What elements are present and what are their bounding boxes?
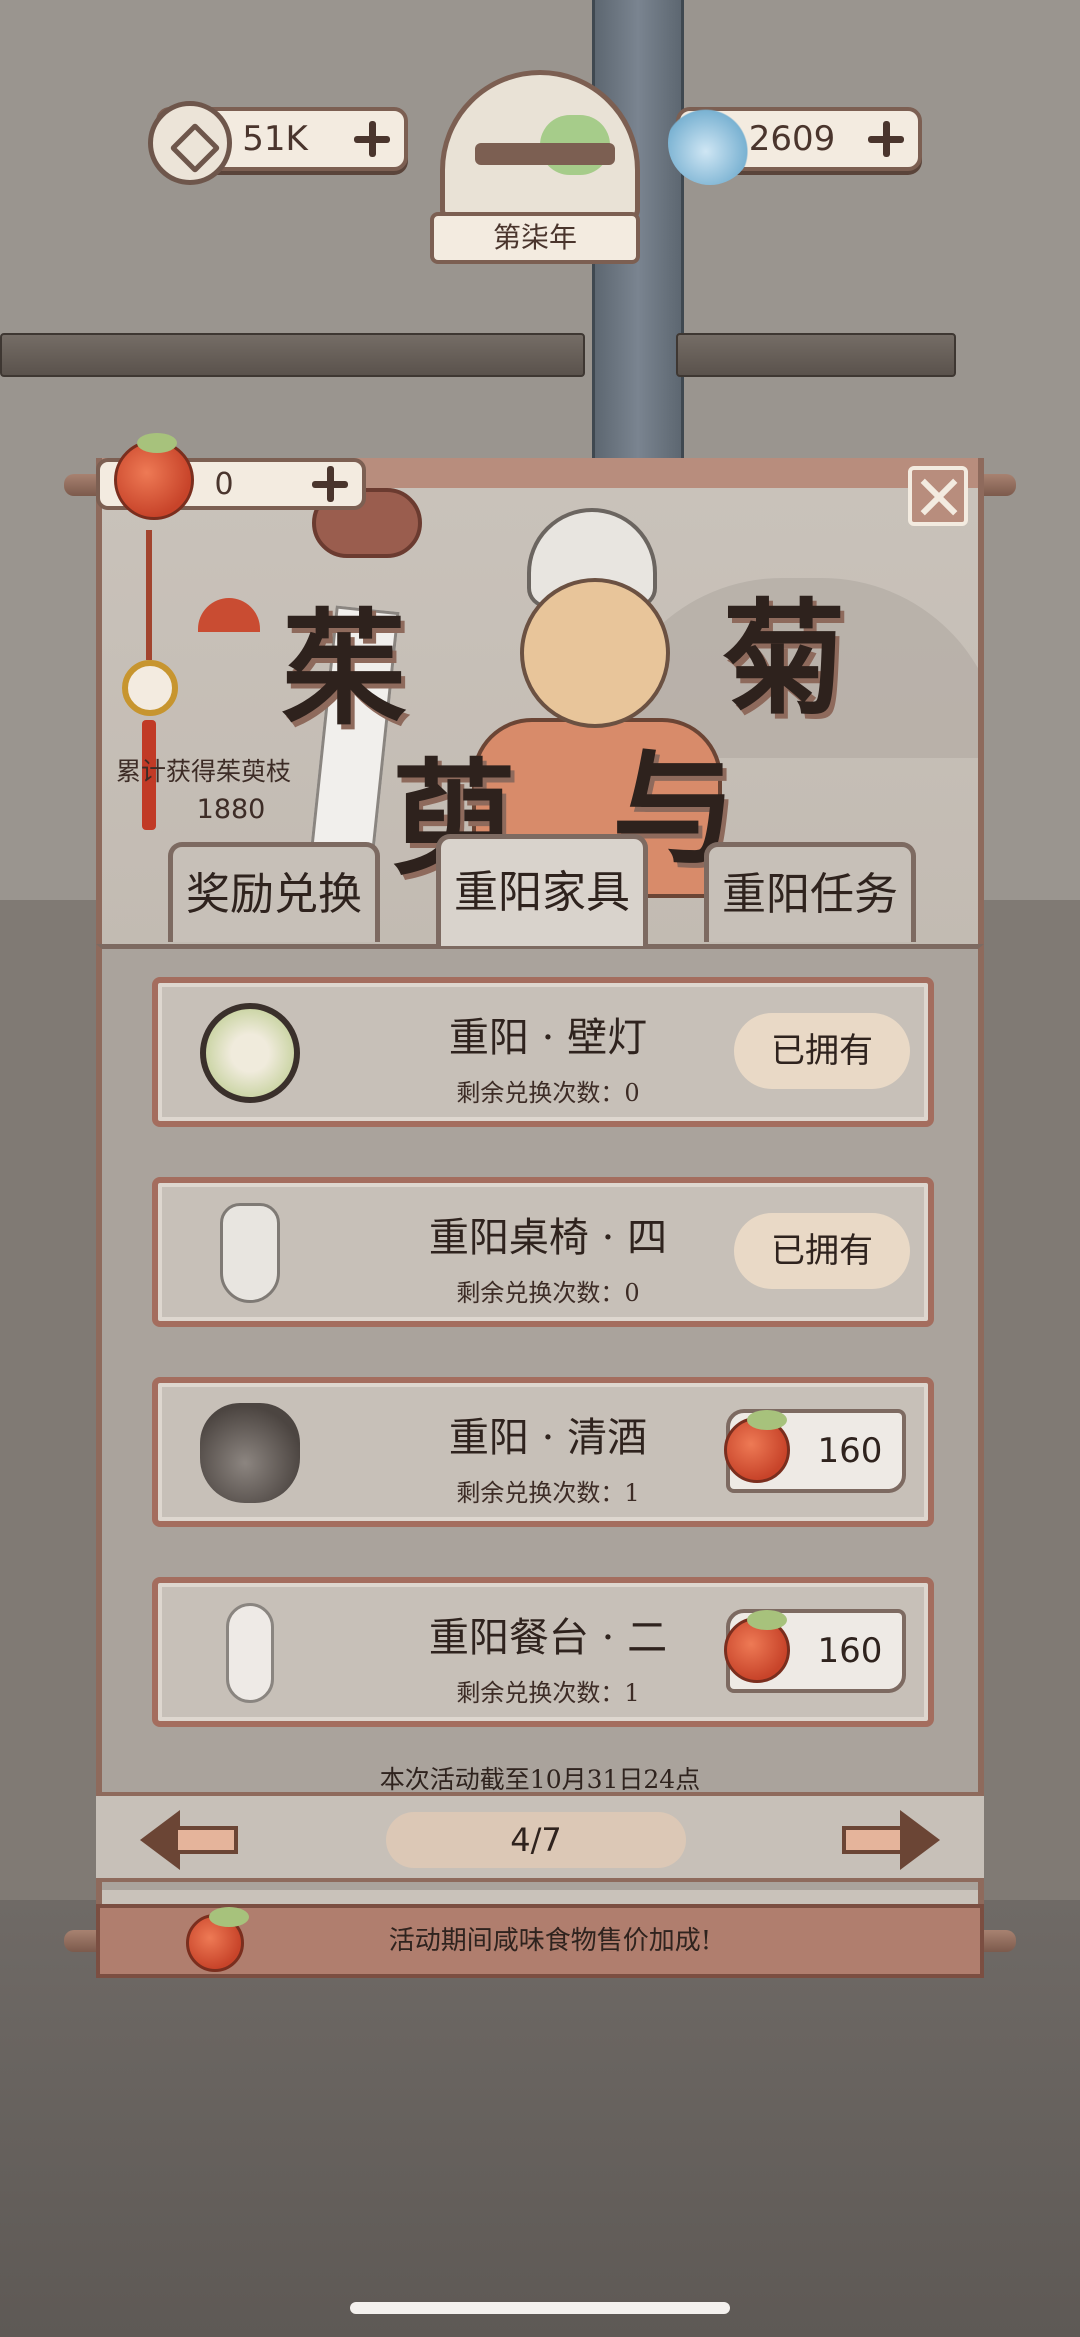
footer-banner: 活动期间咸味食物售价加成!	[96, 1904, 984, 1978]
next-page-arrow-icon[interactable]	[840, 1810, 940, 1870]
tab-reward-exchange[interactable]: 奖励兑换	[168, 842, 380, 942]
item-list[interactable]: 重阳 · 壁灯 剩余兑换次数：0 已拥有 重阳桌椅 · 四 剩余兑换次数：0 已…	[96, 944, 984, 1890]
exchange-button[interactable]: 160	[724, 1409, 906, 1493]
footer-text: 活动期间咸味食物售价加成!	[388, 1926, 712, 1956]
item-name: 重阳桌椅 · 四	[428, 1215, 668, 1261]
pavilion-icon	[475, 143, 615, 165]
dogwood-fruit-icon	[186, 1907, 249, 1972]
dogwood-fruit-icon	[114, 433, 194, 520]
water-drop-icon	[668, 101, 752, 185]
total-value: 1880	[196, 794, 266, 825]
tab-festival-furniture[interactable]: 重阳家具	[436, 834, 648, 946]
wall-lamp-icon	[200, 1003, 300, 1103]
wooden-shelf-left	[0, 333, 585, 377]
coin-counter[interactable]: 51K	[148, 101, 408, 185]
item-remaining: 剩余兑换次数：1	[456, 1679, 640, 1707]
total-label: 累计获得茱萸枝	[116, 757, 292, 786]
item-remaining: 剩余兑换次数：0	[456, 1279, 640, 1307]
table-icon	[226, 1603, 274, 1703]
spirit-counter[interactable]: 2609	[668, 101, 922, 185]
owned-badge: 已拥有	[734, 1013, 910, 1089]
add-spirit-button[interactable]	[864, 117, 908, 161]
item-name: 重阳 · 壁灯	[448, 1015, 648, 1061]
close-button[interactable]	[908, 466, 968, 526]
page-indicator: 4/7	[386, 1812, 686, 1868]
exchange-price: 160	[817, 1431, 883, 1471]
coin-icon	[148, 101, 232, 185]
item-name: 重阳餐台 · 二	[428, 1615, 668, 1661]
wine-jar-icon	[200, 1403, 300, 1503]
dogwood-fruit-icon	[724, 1610, 790, 1683]
character-face	[520, 578, 670, 728]
exchange-price: 160	[817, 1631, 883, 1671]
wooden-shelf-right	[676, 333, 956, 377]
title-char-4: 菊	[722, 587, 847, 732]
list-item[interactable]: 重阳餐台 · 二 剩余兑换次数：1 160	[152, 1577, 934, 1727]
owned-badge: 已拥有	[734, 1213, 910, 1289]
prev-page-arrow-icon[interactable]	[140, 1810, 240, 1870]
item-name: 重阳 · 清酒	[448, 1415, 648, 1461]
year-label: 第柒年	[430, 212, 640, 264]
add-coins-button[interactable]	[350, 117, 394, 161]
sun-icon	[198, 598, 260, 632]
exchange-button[interactable]: 160	[724, 1609, 906, 1693]
jade-pendant-icon	[122, 660, 178, 716]
list-item[interactable]: 重阳 · 清酒 剩余兑换次数：1 160	[152, 1377, 934, 1527]
event-deadline: 本次活动截至10月31日24点	[379, 1765, 701, 1794]
list-item[interactable]: 重阳 · 壁灯 剩余兑换次数：0 已拥有	[152, 977, 934, 1127]
title-char-1: 茱	[282, 597, 407, 742]
chair-icon	[220, 1203, 280, 1303]
pager: 4/7	[96, 1792, 984, 1882]
tab-festival-tasks[interactable]: 重阳任务	[704, 842, 916, 942]
tab-bar: 奖励兑换 重阳家具 重阳任务	[160, 834, 920, 946]
home-indicator[interactable]	[350, 2302, 730, 2314]
add-fruit-button[interactable]	[308, 462, 352, 506]
item-remaining: 剩余兑换次数：0	[456, 1079, 640, 1107]
item-remaining: 剩余兑换次数：1	[456, 1479, 640, 1507]
dogwood-fruit-icon	[724, 1410, 790, 1483]
list-item[interactable]: 重阳桌椅 · 四 剩余兑换次数：0 已拥有	[152, 1177, 934, 1327]
pendant-chain	[146, 530, 152, 660]
